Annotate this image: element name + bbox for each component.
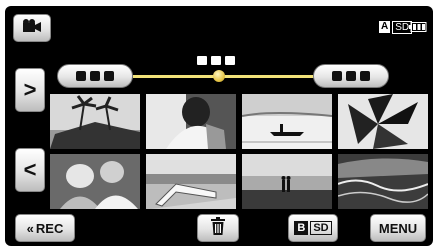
thumbnail-woman-portrait[interactable]: [146, 94, 236, 149]
camera-screen: A SD > < « REC B SD MENU: [5, 6, 433, 246]
thumbnail-children-playing[interactable]: [50, 154, 140, 209]
trash-icon: [211, 216, 225, 240]
media-b-sd-button[interactable]: B SD: [288, 214, 338, 242]
double-chevron-left-icon: «: [26, 220, 34, 236]
next-date-button[interactable]: [313, 64, 389, 88]
thumbnail-boat-on-lake[interactable]: [242, 94, 332, 149]
menu-label: MENU: [378, 220, 418, 236]
thumbnail-couple-sunset-beach[interactable]: [242, 154, 332, 209]
timeline-slider-knob[interactable]: [213, 70, 225, 82]
delete-button[interactable]: [197, 214, 239, 242]
media-slot-box: A: [379, 21, 391, 33]
next-page-button[interactable]: >: [15, 68, 45, 112]
chevron-right-icon: >: [23, 77, 37, 102]
video-camera-icon: [22, 18, 42, 38]
thumbnail-palm-trees-beach[interactable]: [50, 94, 140, 149]
thumbnail-palm-leaves-silhouette[interactable]: [338, 94, 428, 149]
media-b-text: SD: [310, 221, 332, 235]
menu-button[interactable]: MENU: [370, 214, 426, 242]
battery-icon: [409, 22, 427, 32]
media-indicator: A SD: [379, 20, 413, 34]
chevron-left-icon: <: [23, 157, 37, 182]
rec-label: REC: [35, 220, 64, 236]
media-b-box: B: [294, 221, 309, 235]
thumbnail-ocean-waves[interactable]: [338, 154, 428, 209]
date-indicator: [197, 56, 235, 65]
previous-date-button[interactable]: [57, 64, 133, 88]
previous-page-button[interactable]: <: [15, 148, 45, 192]
rec-button[interactable]: « REC: [15, 214, 75, 242]
mode-button[interactable]: [13, 14, 51, 42]
thumbnail-beach-lounger[interactable]: [146, 154, 236, 209]
